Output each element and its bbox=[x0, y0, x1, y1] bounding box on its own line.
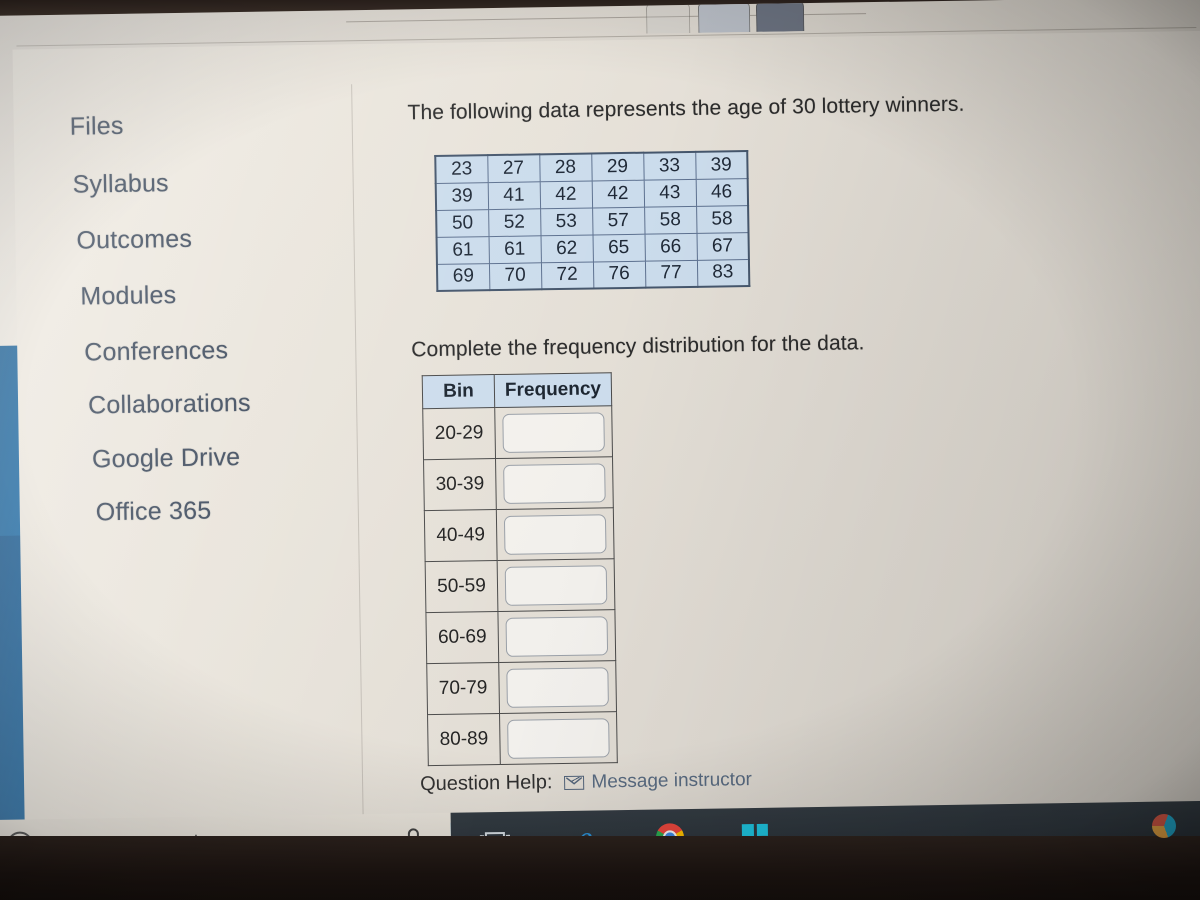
data-table-body: 23 27 28 29 33 39 39 41 42 42 43 46 50 52 53 57 58 58 61 61… bbox=[435, 151, 750, 291]
data-cell: 65 bbox=[592, 233, 645, 262]
sidebar-item-collaborations[interactable]: Collaborations bbox=[88, 389, 251, 421]
data-cell: 72 bbox=[540, 261, 594, 290]
frequency-table-body: 20-29 30-39 40-49 50-59 60-69 70-79 80-89 bbox=[422, 405, 618, 766]
frequency-table-row: 50-59 bbox=[425, 558, 615, 613]
data-cell: 39 bbox=[695, 151, 748, 179]
message-instructor-link[interactable]: Message instructor bbox=[564, 769, 752, 794]
data-cell: 61 bbox=[488, 235, 541, 264]
bin-label-cell: 40-49 bbox=[424, 509, 498, 562]
bin-label-cell: 60-69 bbox=[425, 611, 499, 664]
data-cell: 62 bbox=[540, 234, 593, 263]
frequency-input-cell bbox=[497, 558, 615, 612]
data-cell: 58 bbox=[696, 205, 749, 233]
bin-label-cell: 80-89 bbox=[427, 713, 501, 766]
message-instructor-label: Message instructor bbox=[591, 768, 753, 793]
envelope-icon bbox=[564, 775, 585, 790]
browser-tab-partial[interactable] bbox=[645, 2, 691, 34]
data-cell: 42 bbox=[591, 179, 645, 208]
frequency-table-row: 20-29 bbox=[422, 405, 613, 460]
bin-label-cell: 50-59 bbox=[425, 560, 498, 613]
frequency-input-cell bbox=[496, 507, 615, 561]
bin-label-cell: 30-39 bbox=[423, 458, 497, 511]
frequency-input-cell bbox=[498, 660, 617, 714]
frequency-table-row: 70-79 bbox=[426, 660, 617, 715]
frequency-table-row: 30-39 bbox=[423, 456, 614, 511]
laptop-bottom-bezel bbox=[0, 836, 1200, 900]
frequency-input[interactable] bbox=[507, 717, 610, 759]
data-cell: 33 bbox=[643, 151, 696, 180]
data-cell: 67 bbox=[696, 232, 749, 260]
lottery-ages-data-table: 23 27 28 29 33 39 39 41 42 42 43 46 50 52 53 57 58 58 61 61… bbox=[434, 150, 751, 292]
frequency-table-head: Bin Frequency bbox=[422, 372, 612, 409]
frequency-input[interactable] bbox=[502, 411, 605, 453]
frequency-distribution-table: Bin Frequency 20-29 30-39 40-49 50-59 60-69 7… bbox=[421, 372, 618, 767]
data-cell: 23 bbox=[435, 155, 488, 183]
data-cell: 46 bbox=[695, 178, 749, 206]
data-cell: 66 bbox=[644, 232, 697, 261]
frequency-input-cell bbox=[494, 405, 613, 459]
frequency-input-cell bbox=[497, 609, 616, 663]
data-cell: 43 bbox=[643, 178, 697, 207]
data-cell: 83 bbox=[696, 259, 750, 287]
frequency-input[interactable] bbox=[506, 666, 609, 708]
sidebar-item-google-drive[interactable]: Google Drive bbox=[92, 443, 241, 474]
lms-course-page: Files Syllabus Outcomes Modules Conferen… bbox=[12, 30, 1200, 865]
data-cell: 70 bbox=[488, 262, 542, 291]
question-prompt-primary: The following data represents the age of… bbox=[407, 92, 965, 125]
course-navigation-sidebar: Files Syllabus Outcomes Modules Conferen… bbox=[47, 82, 358, 807]
data-cell: 50 bbox=[436, 209, 489, 237]
frequency-table-row: 40-49 bbox=[424, 507, 615, 562]
column-header-bin: Bin bbox=[422, 374, 495, 409]
data-cell: 61 bbox=[436, 236, 489, 264]
browser-tab-inactive[interactable] bbox=[697, 1, 751, 33]
data-cell: 42 bbox=[539, 180, 593, 209]
data-cell: 57 bbox=[592, 206, 645, 235]
data-cell: 29 bbox=[591, 152, 644, 181]
browser-tab-active[interactable] bbox=[755, 1, 805, 32]
sidebar-item-syllabus[interactable]: Syllabus bbox=[72, 169, 169, 200]
data-cell: 58 bbox=[644, 205, 697, 234]
data-cell: 28 bbox=[539, 153, 592, 182]
sidebar-item-conferences[interactable]: Conferences bbox=[84, 336, 228, 367]
data-cell: 27 bbox=[487, 154, 540, 183]
corner-app-badge-icon bbox=[1152, 814, 1176, 838]
frequency-input-cell bbox=[499, 711, 618, 765]
frequency-table-row: 60-69 bbox=[425, 609, 616, 664]
sidebar-item-files[interactable]: Files bbox=[70, 112, 124, 142]
laptop-screen: Files Syllabus Outcomes Modules Conferen… bbox=[0, 0, 1200, 876]
data-cell: 41 bbox=[487, 181, 541, 210]
sidebar-item-office-365[interactable]: Office 365 bbox=[96, 497, 212, 528]
sidebar-item-modules[interactable]: Modules bbox=[80, 281, 176, 312]
data-table-row: 69 70 72 76 77 83 bbox=[436, 259, 750, 291]
frequency-table-row: 80-89 bbox=[427, 711, 618, 766]
bin-label-cell: 20-29 bbox=[422, 407, 496, 460]
sidebar-item-outcomes[interactable]: Outcomes bbox=[76, 225, 192, 256]
data-cell: 69 bbox=[436, 263, 490, 291]
bin-label-cell: 70-79 bbox=[426, 662, 500, 715]
question-prompt-secondary: Complete the frequency distribution for … bbox=[411, 331, 865, 362]
frequency-header-row: Bin Frequency bbox=[422, 372, 612, 409]
frequency-input[interactable] bbox=[503, 513, 607, 555]
question-content: The following data represents the age of… bbox=[385, 74, 1025, 865]
frequency-input[interactable] bbox=[505, 615, 609, 657]
photo-of-screen-scene: Files Syllabus Outcomes Modules Conferen… bbox=[0, 0, 1200, 900]
frequency-input[interactable] bbox=[504, 564, 608, 606]
data-cell: 52 bbox=[488, 208, 541, 237]
data-cell: 76 bbox=[592, 260, 646, 289]
question-help-label: Question Help: bbox=[419, 771, 553, 796]
data-cell: 53 bbox=[540, 207, 593, 236]
frequency-input-cell bbox=[495, 456, 614, 510]
frequency-input[interactable] bbox=[503, 462, 606, 504]
question-help-row: Question Help: Message instructor bbox=[420, 768, 752, 796]
data-cell: 77 bbox=[644, 259, 698, 288]
column-header-frequency: Frequency bbox=[494, 372, 612, 408]
data-cell: 39 bbox=[435, 182, 489, 210]
